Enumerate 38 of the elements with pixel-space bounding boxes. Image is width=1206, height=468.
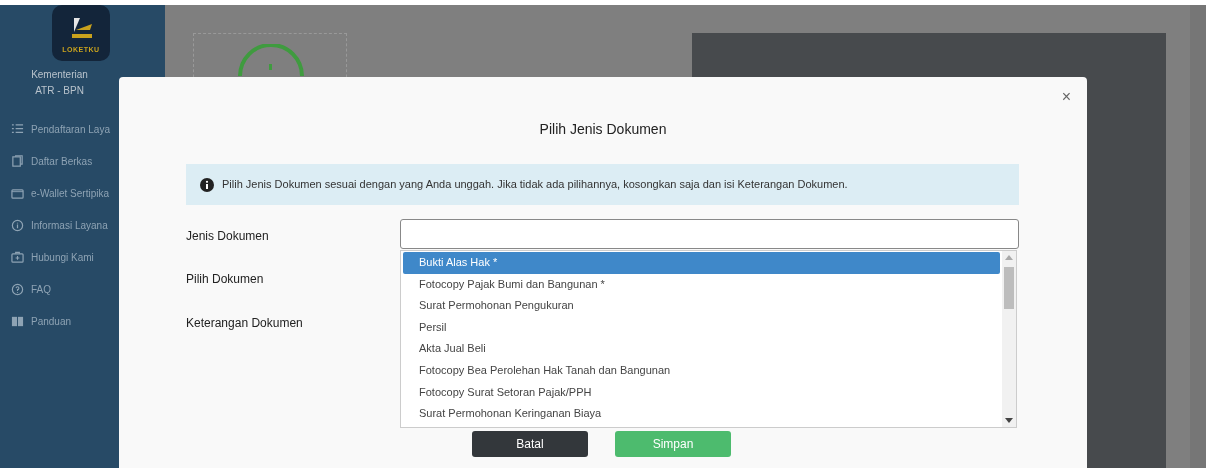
sidebar-item[interactable]: FAQ — [0, 273, 119, 305]
book-icon — [11, 314, 24, 328]
dropdown-option[interactable]: Surat Permohonan Pengukuran — [403, 295, 1000, 317]
dropdown-option[interactable]: Fotocopy Surat Setoran Pajak/PPH — [403, 381, 1000, 404]
upload-circle-icon — [236, 44, 306, 76]
modal-title: Pilih Jenis Dokumen — [538, 120, 668, 139]
sidebar-item[interactable]: Daftar Berkas — [0, 145, 119, 177]
scroll-up-icon[interactable] — [1005, 255, 1013, 260]
sidebar-item[interactable]: Panduan — [0, 305, 119, 337]
scrollbar[interactable] — [1002, 251, 1016, 427]
dropdown-option[interactable]: Akta Jual Beli — [403, 338, 1000, 360]
field-label: Jenis Dokumen — [186, 228, 269, 245]
sidebar-item[interactable]: Pendaftaran Laya — [0, 113, 119, 145]
field-label: Keterangan Dokumen — [186, 315, 303, 332]
sidebar-item[interactable]: e-Wallet Sertipika — [0, 177, 119, 209]
dropdown-option[interactable]: Bukti Alas Hak * — [403, 252, 1000, 274]
sidebar-item[interactable]: Hubungi Kami — [0, 241, 119, 273]
alert-text: Pilih Jenis Dokumen sesuai dengan yang Anda unggah. Jika tidak ada pilihannya, kosongkan saja dan isi Keterangan Dokumen. — [222, 177, 848, 193]
select-field[interactable] — [400, 219, 1019, 249]
field-label: Pilih Dokumen — [186, 271, 264, 288]
info-icon — [200, 177, 214, 192]
wallet-icon — [11, 186, 24, 200]
briefcase-icon — [11, 250, 24, 264]
org-name: ATR - BPN — [34, 84, 85, 98]
help-icon — [11, 282, 24, 296]
files-icon — [11, 154, 24, 168]
sidebar-item[interactable]: Informasi Layana — [0, 209, 119, 241]
cancel-button[interactable]: Batal — [472, 431, 588, 457]
scroll-down-icon[interactable] — [1005, 418, 1013, 423]
org-name: Kementerian — [30, 68, 89, 82]
dropdown-option[interactable]: Persil — [403, 316, 1000, 339]
list-icon — [11, 122, 24, 136]
close-button[interactable]: × — [1057, 89, 1075, 105]
dropdown-option[interactable]: Fotocopy Bea Perolehan Hak Tanah dan Bangunan — [403, 359, 1000, 382]
info-icon — [11, 218, 24, 232]
dropdown-option[interactable]: Surat Permohonan Keringanan Biaya — [403, 403, 1000, 425]
dropdown-option[interactable]: Fotocopy Pajak Bumi dan Bangunan * — [403, 273, 1000, 296]
scrollbar-thumb[interactable] — [1004, 267, 1014, 309]
